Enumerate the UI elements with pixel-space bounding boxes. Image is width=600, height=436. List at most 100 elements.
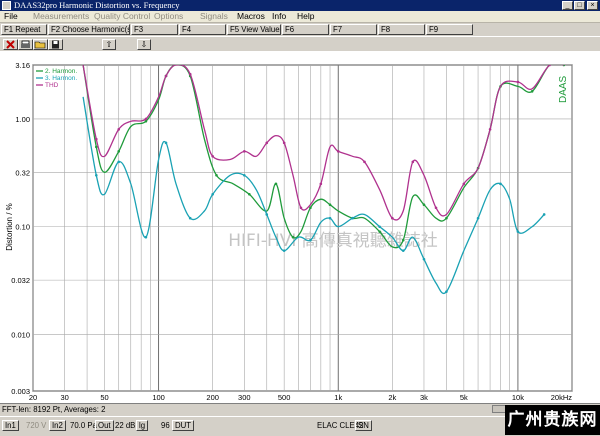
data-point (117, 150, 121, 153)
x-tick-label: 30 (60, 393, 68, 402)
f6-button[interactable]: F6 (282, 24, 329, 35)
menu-help[interactable]: Help (297, 11, 314, 22)
data-point (378, 225, 381, 229)
daas-logo-text: DAAS (558, 75, 569, 103)
x-tick-label: 500 (278, 393, 291, 402)
legend-label: THD (45, 82, 59, 89)
data-point (488, 128, 492, 131)
f7-button[interactable]: F7 (330, 24, 377, 35)
data-point (422, 257, 426, 261)
data-point (291, 235, 295, 239)
volts-readout: 720 V (26, 421, 47, 430)
data-point (282, 249, 286, 252)
title-bar: DAAS32pro Harmonic Distortion vs. Freque… (0, 0, 600, 11)
f9-button[interactable]: F9 (426, 24, 473, 35)
y-tick-label: 0.010 (11, 331, 30, 340)
legend-label: 3. Harmon. (45, 75, 77, 82)
data-point (422, 203, 426, 207)
data-point (516, 80, 520, 84)
f8-button[interactable]: F8 (378, 24, 425, 35)
data-point (282, 141, 286, 145)
in2-button[interactable]: In2 (49, 420, 66, 431)
y-axis-label: Distortion / % (5, 203, 14, 251)
f3-button[interactable]: F3 (131, 24, 178, 35)
f2-choose-harmonic-button[interactable]: F2 Choose Harmonic(s) (48, 24, 130, 35)
data-point (336, 150, 340, 153)
data-point (265, 141, 269, 145)
data-point (411, 160, 415, 164)
data-point (94, 145, 98, 149)
f4-button[interactable]: F4 (179, 24, 226, 35)
open-icon[interactable] (33, 39, 48, 50)
data-point (548, 65, 551, 67)
out-button[interactable]: Out (95, 420, 114, 431)
data-point (445, 290, 448, 293)
distortion-chart: 3.16 1.00 0.32 0.10 0.032 0.010 0.003 20 30 50 10… (0, 51, 600, 403)
y-tick-label: 3.16 (15, 61, 30, 70)
data-point (401, 238, 405, 242)
data-point (117, 128, 121, 131)
menu-info[interactable]: Info (272, 11, 286, 22)
f5-view-values-button[interactable]: F5 View Values (227, 24, 281, 35)
data-point (188, 72, 192, 76)
toolbar: ⇧ ⇩ (0, 36, 600, 52)
data-point (462, 182, 466, 186)
function-key-bar: F1 Repeat F2 Choose Harmonic(s) F3 F4 F5… (0, 23, 600, 36)
data-point (299, 206, 303, 210)
data-point (445, 216, 448, 220)
fft-info-text: FFT-len: 8192 Pt, Averages: 2 (2, 405, 106, 414)
scroll-up-button[interactable]: ⇧ (102, 39, 116, 50)
legend-label: 2. Harmon. (45, 68, 77, 75)
x-tick-label: 100 (152, 393, 165, 402)
data-point (542, 213, 546, 216)
data-point (319, 182, 323, 186)
menu-signals[interactable]: Signals (200, 11, 228, 22)
f1-repeat-button[interactable]: F1 Repeat (1, 24, 47, 35)
y-tick-label: 0.32 (15, 168, 30, 177)
menu-quality-control[interactable]: Quality Control (94, 11, 150, 22)
data-point (309, 238, 312, 242)
menu-options[interactable]: Options (154, 11, 183, 22)
scroll-down-button[interactable]: ⇩ (137, 39, 151, 50)
data-point (363, 160, 366, 164)
save-icon[interactable] (48, 39, 63, 50)
data-point (243, 173, 246, 177)
delete-icon[interactable] (3, 39, 18, 50)
in1-button[interactable]: In1 (2, 420, 19, 431)
lg-button[interactable]: lg (136, 420, 149, 431)
x-tick-label: 50 (100, 393, 108, 402)
x-tick-label: 2k (388, 393, 396, 402)
x-tick-label: 20 (29, 393, 37, 402)
menu-file[interactable]: File (4, 11, 18, 22)
chart-svg: 3.16 1.00 0.32 0.10 0.032 0.010 0.003 20 30 50 10… (5, 61, 573, 402)
x-tick-label: 300 (238, 393, 251, 402)
y-tick-label: 0.032 (11, 276, 30, 285)
menu-measurements[interactable]: Measurements (33, 11, 89, 22)
y-axis-ticks: 3.16 1.00 0.32 0.10 0.032 0.010 0.003 (11, 61, 30, 396)
close-button[interactable]: × (587, 1, 598, 10)
n96-readout: 96 (161, 421, 170, 430)
data-point (351, 216, 354, 220)
minimize-button[interactable]: _ (562, 1, 573, 10)
y-tick-label: 0.003 (11, 387, 30, 396)
x-tick-label: 1k (334, 393, 342, 402)
x-tick-label: 200 (206, 393, 219, 402)
data-point (499, 182, 502, 186)
data-point (434, 206, 438, 210)
data-point (516, 230, 520, 233)
window-title: DAAS32pro Harmonic Distortion vs. Freque… (14, 0, 180, 10)
data-point (94, 173, 98, 177)
app-icon (2, 1, 11, 10)
x-axis-ticks: 20 30 50 100 200 300 500 1k 2k 3k 5k 10k 20kHz (29, 393, 572, 402)
data-point (164, 141, 168, 145)
maximize-button[interactable]: □ (574, 1, 585, 10)
menu-macros[interactable]: Macros (237, 11, 265, 22)
dut-button[interactable]: DUT (172, 420, 195, 431)
data-point (164, 74, 168, 78)
data-point (391, 216, 394, 220)
sn-button[interactable]: SN (355, 420, 372, 431)
data-point (309, 206, 312, 210)
data-point (328, 216, 332, 220)
data-point (215, 173, 218, 177)
print-icon[interactable] (18, 39, 33, 50)
